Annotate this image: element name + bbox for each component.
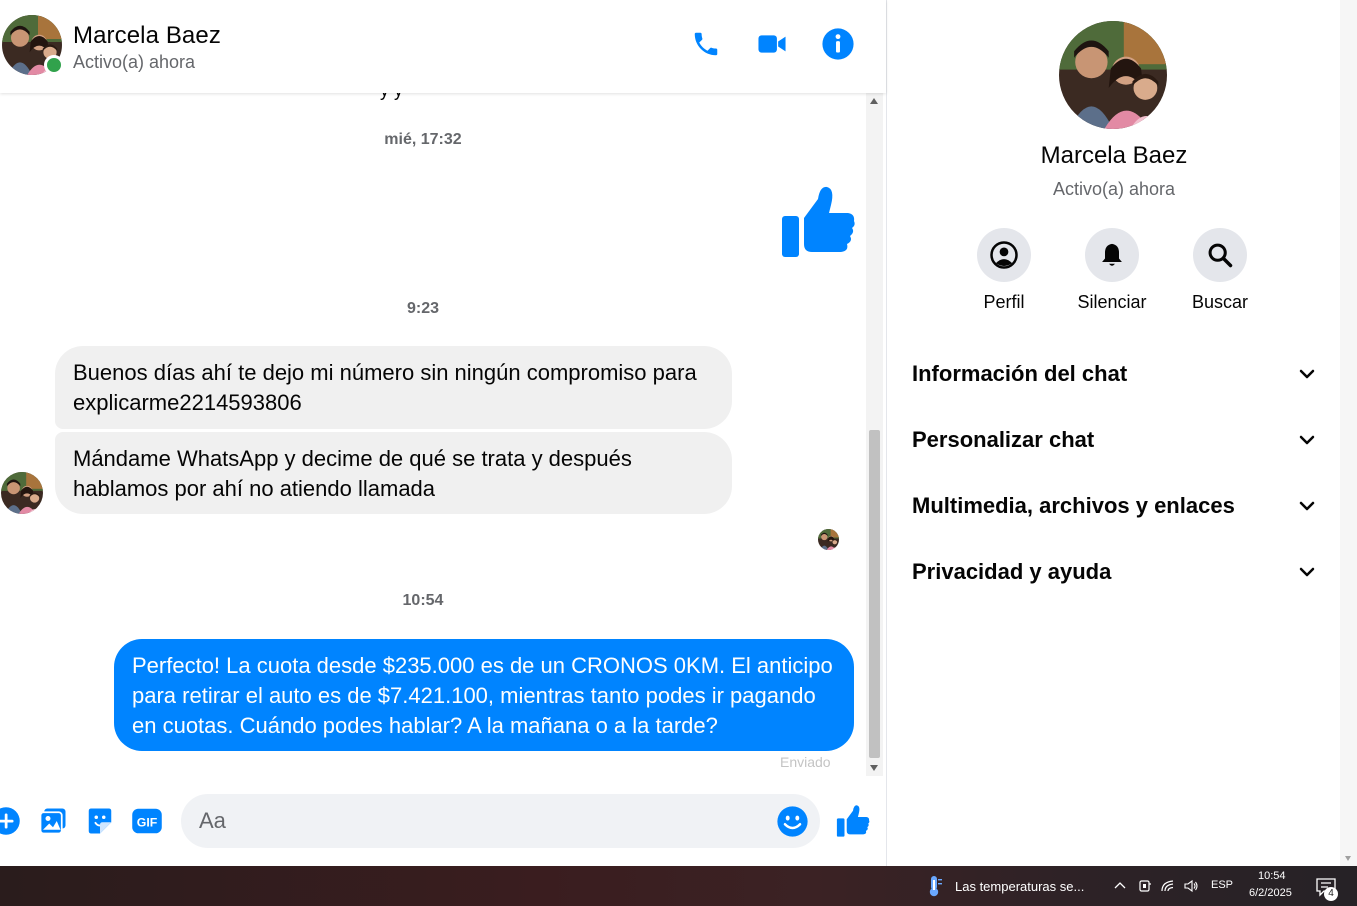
- device-icon[interactable]: [1137, 878, 1153, 894]
- section-label: Multimedia, archivos y enlaces: [912, 493, 1235, 518]
- emoji-icon[interactable]: [776, 805, 809, 838]
- info-contact-status: Activo(a) ahora: [1052, 179, 1176, 199]
- info-icon: [822, 28, 854, 60]
- scroll-up-arrow-icon[interactable]: [870, 98, 878, 104]
- sticker-icon: [88, 808, 112, 834]
- section-label: Información del chat: [912, 361, 1128, 386]
- profile-action-label: Perfil: [983, 292, 1025, 312]
- clock-date[interactable]: 6/2/2025: [1249, 887, 1292, 899]
- chat-header: Marcela Baez Activo(a) ahora: [0, 0, 886, 93]
- input-language[interactable]: ESP: [1211, 879, 1233, 891]
- chevron-up-icon[interactable]: [1112, 878, 1128, 894]
- avatar-photo: [1, 472, 43, 514]
- profile-action-circle: [977, 228, 1031, 282]
- message-list[interactable]: y y mié, 17:32 9:23 Buenos días ahí te d…: [0, 93, 866, 778]
- search-action-circle: [1193, 228, 1247, 282]
- outgoing-message[interactable]: Perfecto! La cuota desde $235.000 es de …: [114, 639, 854, 751]
- volume-icon[interactable]: [1183, 878, 1199, 894]
- gif-button[interactable]: GIF: [131, 805, 163, 837]
- bell-icon: [1102, 243, 1122, 266]
- chat-pane: Marcela Baez Activo(a) ahora y y m: [0, 0, 886, 866]
- attach-photo-button[interactable]: [37, 805, 69, 837]
- video-call-button[interactable]: [754, 26, 790, 62]
- plus-icon: [0, 807, 20, 835]
- section-privacy-help[interactable]: Privacidad y ayuda: [912, 552, 1317, 592]
- search-icon: [1208, 243, 1233, 268]
- svg-text:GIF: GIF: [137, 816, 158, 830]
- large-like-icon[interactable]: [780, 185, 856, 259]
- weather-widget-text[interactable]: Las temperaturas se...: [955, 879, 1084, 894]
- section-customize-chat[interactable]: Personalizar chat: [912, 420, 1317, 460]
- section-chat-info[interactable]: Información del chat: [912, 354, 1317, 394]
- avatar-photo: [1059, 21, 1167, 129]
- online-status-dot: [44, 55, 64, 75]
- sender-avatar[interactable]: [1, 472, 43, 514]
- search-action-label: Buscar: [1191, 292, 1249, 312]
- more-actions-button[interactable]: [0, 805, 22, 837]
- timestamp: 9:23: [406, 300, 440, 317]
- clock-time[interactable]: 10:54: [1258, 870, 1286, 882]
- wifi-icon[interactable]: [1160, 878, 1176, 894]
- seen-indicator-avatar: [818, 529, 839, 550]
- chevron-down-icon: [1299, 501, 1315, 511]
- section-label: Privacidad y ayuda: [912, 559, 1112, 584]
- phone-icon: [694, 32, 718, 56]
- cut-off-message: y y: [380, 93, 403, 101]
- timestamp: 10:54: [402, 592, 444, 609]
- like-icon[interactable]: [836, 804, 870, 838]
- chevron-down-icon: [1299, 567, 1315, 577]
- scroll-thumb[interactable]: [869, 430, 880, 758]
- windows-taskbar: Las temperaturas se... ESP 10:54 6/2/202…: [0, 866, 1357, 906]
- incoming-message[interactable]: Mándame WhatsApp y decime de qué se trat…: [55, 432, 732, 514]
- search-action[interactable]: Buscar: [1180, 228, 1260, 313]
- sticker-button[interactable]: [84, 805, 116, 837]
- section-media-files-links[interactable]: Multimedia, archivos y enlaces: [912, 486, 1317, 526]
- message-scrollbar[interactable]: [866, 93, 883, 776]
- notification-count-badge: 4: [1324, 887, 1338, 901]
- sent-status: Enviado: [780, 754, 831, 770]
- conversation-info-panel: Marcela Baez Activo(a) ahora Perfil Sile…: [886, 0, 1340, 866]
- scroll-down-arrow-icon[interactable]: [870, 765, 878, 771]
- chevron-down-icon: [1299, 435, 1315, 445]
- mute-action[interactable]: Silenciar: [1072, 228, 1152, 313]
- mute-action-label: Silenciar: [1077, 292, 1147, 312]
- info-contact-name: Marcela Baez: [1040, 142, 1188, 169]
- contact-status: Activo(a) ahora: [73, 52, 196, 72]
- profile-icon: [990, 241, 1018, 269]
- photo-icon: [39, 808, 66, 835]
- profile-action[interactable]: Perfil: [964, 228, 1044, 313]
- avatar-photo: [818, 529, 839, 550]
- thermometer-icon[interactable]: [925, 875, 943, 897]
- chevron-down-icon: [1299, 369, 1315, 379]
- video-camera-icon: [758, 35, 786, 53]
- call-button[interactable]: [688, 26, 724, 62]
- mute-action-circle: [1085, 228, 1139, 282]
- page-scrollbar[interactable]: [1340, 0, 1357, 866]
- timestamp: mié, 17:32: [384, 131, 462, 148]
- section-label: Personalizar chat: [912, 427, 1095, 452]
- contact-avatar[interactable]: [2, 15, 64, 75]
- conversation-info-button[interactable]: [820, 26, 856, 62]
- info-avatar[interactable]: [1059, 21, 1167, 129]
- incoming-message[interactable]: Buenos días ahí te dejo mi número sin ni…: [55, 346, 732, 429]
- gif-icon: GIF: [132, 808, 162, 834]
- contact-name[interactable]: Marcela Baez: [73, 22, 221, 50]
- scroll-down-arrow-icon[interactable]: [1345, 856, 1351, 861]
- message-input[interactable]: [181, 794, 820, 848]
- message-composer: GIF: [0, 778, 886, 866]
